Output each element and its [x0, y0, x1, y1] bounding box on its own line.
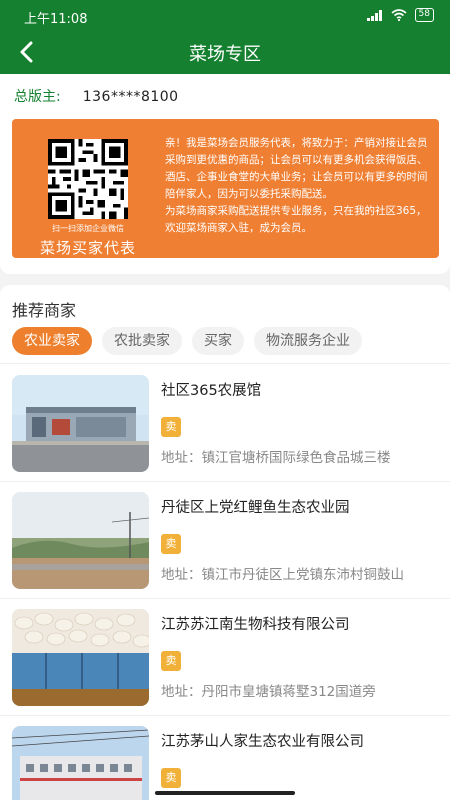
merchant-item[interactable]: 丹徒区上党红鲤鱼生态农业园 卖 地址：镇江市丹徒区上党镇东沛村铜鼓山: [0, 482, 450, 599]
owner-row: 总版主: 136****8100: [14, 86, 179, 106]
merchant-photo: [12, 492, 149, 589]
banner-description: 亲！我是菜场会员服务代表，将致力于：产销对接让会员采购到更优惠的商品；让会员可以…: [165, 135, 433, 237]
merchant-address: 地址：丹阳市皇塘镇蒋墅312国道旁: [161, 684, 376, 700]
top-bar: 上午11:08 58 菜场专区: [0, 0, 450, 74]
seller-badge: 卖: [161, 651, 181, 671]
home-indicator: [155, 791, 295, 795]
status-time: 上午11:08: [24, 12, 88, 27]
seller-badge: 卖: [161, 417, 181, 437]
merchant-item[interactable]: 江苏苏江南生物科技有限公司 卖 地址：丹阳市皇塘镇蒋墅312国道旁: [0, 599, 450, 716]
merchant-photo: [12, 375, 149, 472]
tab-buyer[interactable]: 买家: [192, 327, 244, 355]
owner-card: 总版主: 136****8100 扫一扫添加企业微信 菜场买家代表 亲！我是菜场…: [0, 74, 450, 274]
divider: [0, 363, 450, 364]
merchant-name: 江苏苏江南生物科技有限公司: [161, 617, 350, 633]
qr-block: 扫一扫添加企业微信 菜场买家代表: [26, 139, 150, 258]
merchant-address: 地址：镇江市丹徒区上党镇东沛村铜鼓山: [161, 567, 404, 583]
merchant-address: 地址：镇江官塘桥国际绿色食品城三楼: [161, 450, 391, 466]
service-banner: 扫一扫添加企业微信 菜场买家代表 亲！我是菜场会员服务代表，将致力于：产销对接让…: [12, 119, 439, 258]
seller-badge: 卖: [161, 534, 181, 554]
wifi-icon: [391, 9, 407, 21]
recommended-section: 推荐商家 农业卖家 农批卖家 买家 物流服务企业 社区365农展馆 卖 地址：镇…: [0, 285, 450, 800]
merchant-name: 丹徒区上党红鲤鱼生态农业园: [161, 500, 350, 516]
category-tabs: 农业卖家 农批卖家 买家 物流服务企业: [12, 327, 362, 355]
signal-icon: [366, 9, 383, 21]
qr-caption: 扫一扫添加企业微信: [52, 224, 124, 233]
section-title: 推荐商家: [12, 301, 77, 320]
merchant-name: 江苏茅山人家生态农业有限公司: [161, 734, 364, 750]
nav-bar: 菜场专区: [0, 30, 450, 74]
merchant-item[interactable]: 社区365农展馆 卖 地址：镇江官塘桥国际绿色食品城三楼: [0, 365, 450, 482]
owner-phone[interactable]: 136****8100: [83, 89, 179, 105]
banner-paragraph-1: 亲！我是菜场会员服务代表，将致力于：产销对接让会员采购到更优惠的商品；让会员可以…: [165, 137, 428, 200]
status-bar: 上午11:08 58: [0, 0, 450, 30]
tab-logistics[interactable]: 物流服务企业: [254, 327, 362, 355]
battery-icon: 58: [414, 8, 434, 22]
merchant-name: 社区365农展馆: [161, 383, 262, 399]
page-title: 菜场专区: [189, 44, 261, 65]
seller-badge: 卖: [161, 768, 181, 788]
status-icons: 58: [366, 8, 434, 22]
merchant-item[interactable]: 江苏茅山人家生态农业有限公司 卖: [0, 716, 450, 800]
merchant-photo: [12, 726, 149, 800]
owner-label: 总版主:: [14, 89, 61, 105]
qr-code[interactable]: [48, 139, 128, 219]
tab-wholesale-seller[interactable]: 农批卖家: [102, 327, 182, 355]
tab-agri-seller[interactable]: 农业卖家: [12, 327, 92, 355]
merchant-photo: [12, 609, 149, 706]
qr-title: 菜场买家代表: [39, 239, 136, 257]
banner-paragraph-2: 为菜场商家采购配送提供专业服务，只在我的社区365，欢迎菜场商家入驻，成为会员。: [165, 205, 427, 234]
